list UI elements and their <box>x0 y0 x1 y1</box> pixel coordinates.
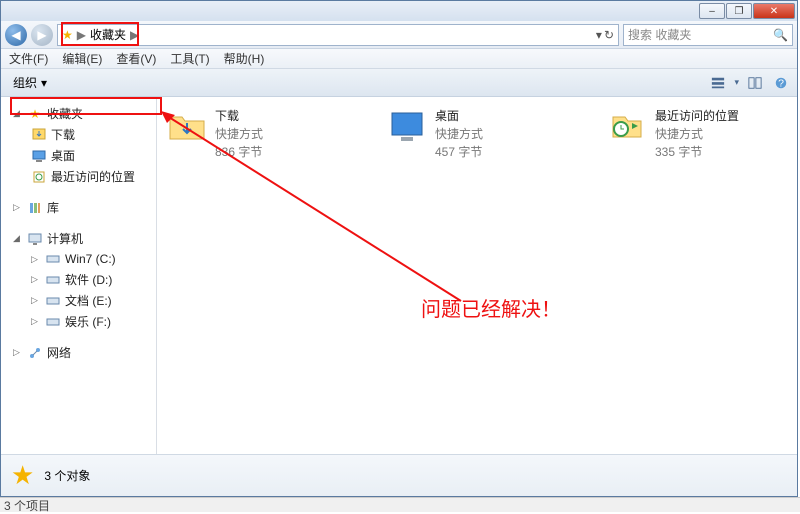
content-pane: 下载 快捷方式 836 字节 桌面 快捷方式 457 字节 <box>157 97 797 454</box>
tree-label: 库 <box>47 199 59 216</box>
folder-download-icon <box>167 107 207 147</box>
network-icon <box>27 345 43 361</box>
item-size: 836 字节 <box>215 143 263 160</box>
tree-label: 下载 <box>51 126 75 143</box>
desktop-icon <box>31 148 47 164</box>
forward-button[interactable]: ▶ <box>31 24 53 46</box>
tree-desktop[interactable]: 桌面 <box>1 145 156 166</box>
expander-icon[interactable]: ▷ <box>31 295 41 306</box>
computer-icon <box>27 231 43 247</box>
tree-label: 收藏夹 <box>47 105 83 122</box>
menu-file[interactable]: 文件(F) <box>9 50 48 67</box>
expander-icon[interactable]: ▷ <box>13 347 23 358</box>
footer-bar: 3 个项目 <box>0 497 800 512</box>
tree-drive-d[interactable]: ▷ 软件 (D:) <box>1 269 156 290</box>
address-dropdown-icon[interactable]: ▾ <box>596 28 602 42</box>
menu-view[interactable]: 查看(V) <box>116 50 156 67</box>
path-segment[interactable]: 收藏夹 <box>90 26 126 43</box>
tree-libraries[interactable]: ▷ 库 <box>1 197 156 218</box>
item-title: 下载 <box>215 107 263 124</box>
tree-label: 桌面 <box>51 147 75 164</box>
star-icon: ★ <box>27 106 43 122</box>
item-type: 快捷方式 <box>215 125 263 142</box>
item-size: 335 字节 <box>655 143 739 160</box>
tree-favorites[interactable]: ◢ ★ 收藏夹 <box>1 103 156 124</box>
star-icon: ★ <box>62 28 73 42</box>
drive-icon <box>45 272 61 288</box>
maximize-button[interactable]: ❐ <box>726 3 752 19</box>
tree-label: 最近访问的位置 <box>51 168 135 185</box>
toolbar: 组织 ▾ ▾ ? <box>1 69 797 97</box>
menu-help[interactable]: 帮助(H) <box>224 50 265 67</box>
drive-icon <box>45 251 61 267</box>
list-item[interactable]: 桌面 快捷方式 457 字节 <box>387 107 567 160</box>
search-icon: 🔍 <box>773 28 788 42</box>
drive-icon <box>45 314 61 330</box>
view-options-button[interactable] <box>708 73 728 93</box>
expander-icon[interactable]: ▷ <box>31 316 41 327</box>
path-sep-icon: ▶ <box>130 28 139 42</box>
help-button[interactable]: ? <box>771 73 791 93</box>
item-title: 桌面 <box>435 107 483 124</box>
item-size: 457 字节 <box>435 143 483 160</box>
search-placeholder: 搜索 收藏夹 <box>628 26 691 43</box>
star-icon: ★ <box>11 460 34 491</box>
recent-icon <box>607 107 647 147</box>
chevron-down-icon[interactable]: ▾ <box>734 77 739 88</box>
body: ◢ ★ 收藏夹 下载 桌面 最近访问的位置 <box>1 97 797 454</box>
refresh-icon[interactable]: ↻ <box>604 28 614 42</box>
tree-label: 娱乐 (F:) <box>65 313 111 330</box>
expander-icon[interactable]: ◢ <box>13 233 23 244</box>
recent-icon <box>31 169 47 185</box>
close-button[interactable]: ✕ <box>753 3 795 19</box>
tree-drive-c[interactable]: ▷ Win7 (C:) <box>1 249 156 269</box>
item-type: 快捷方式 <box>655 125 739 142</box>
address-bar[interactable]: ★ ▶ 收藏夹 ▶ ▾ ↻ <box>57 24 619 46</box>
status-count: 3 个对象 <box>44 467 90 484</box>
menu-bar: 文件(F) 编辑(E) 查看(V) 工具(T) 帮助(H) <box>1 49 797 69</box>
download-icon <box>31 127 47 143</box>
tree-label: 计算机 <box>47 230 83 247</box>
tree-downloads[interactable]: 下载 <box>1 124 156 145</box>
svg-text:?: ? <box>778 77 784 89</box>
drive-icon <box>45 293 61 309</box>
organize-label: 组织 <box>13 74 37 91</box>
expander-icon[interactable]: ▷ <box>31 254 41 265</box>
expander-icon[interactable]: ◢ <box>13 108 23 119</box>
organize-button[interactable]: 组织 ▾ <box>7 72 53 93</box>
tree-recent[interactable]: 最近访问的位置 <box>1 166 156 187</box>
menu-tools[interactable]: 工具(T) <box>170 50 209 67</box>
desktop-icon <box>387 107 427 147</box>
nav-bar: ◀ ▶ ★ ▶ 收藏夹 ▶ ▾ ↻ 搜索 收藏夹 🔍 <box>1 21 797 49</box>
search-input[interactable]: 搜索 收藏夹 🔍 <box>623 24 793 46</box>
nav-tree: ◢ ★ 收藏夹 下载 桌面 最近访问的位置 <box>1 97 157 454</box>
tree-drive-f[interactable]: ▷ 娱乐 (F:) <box>1 311 156 332</box>
tree-label: Win7 (C:) <box>65 252 116 266</box>
explorer-window: – ❐ ✕ ◀ ▶ ★ ▶ 收藏夹 ▶ ▾ ↻ 搜索 收藏夹 🔍 文件(F) 编… <box>0 0 798 497</box>
expander-icon[interactable]: ▷ <box>13 202 23 213</box>
minimize-button[interactable]: – <box>699 3 725 19</box>
tree-network[interactable]: ▷ 网络 <box>1 342 156 363</box>
chevron-down-icon: ▾ <box>41 76 47 90</box>
footer-text: 3 个项目 <box>4 497 50 514</box>
library-icon <box>27 200 43 216</box>
titlebar: – ❐ ✕ <box>1 1 797 21</box>
item-type: 快捷方式 <box>435 125 483 142</box>
tree-label: 软件 (D:) <box>65 271 112 288</box>
list-item[interactable]: 最近访问的位置 快捷方式 335 字节 <box>607 107 787 160</box>
preview-pane-button[interactable] <box>745 73 765 93</box>
tree-computer[interactable]: ◢ 计算机 <box>1 228 156 249</box>
back-button[interactable]: ◀ <box>5 24 27 46</box>
menu-edit[interactable]: 编辑(E) <box>62 50 102 67</box>
tree-label: 网络 <box>47 344 71 361</box>
list-item[interactable]: 下载 快捷方式 836 字节 <box>167 107 347 160</box>
expander-icon[interactable]: ▷ <box>31 274 41 285</box>
path-sep-icon: ▶ <box>77 28 86 42</box>
status-bar: ★ 3 个对象 <box>1 454 797 496</box>
tree-label: 文档 (E:) <box>65 292 112 309</box>
item-title: 最近访问的位置 <box>655 107 739 124</box>
tree-drive-e[interactable]: ▷ 文档 (E:) <box>1 290 156 311</box>
